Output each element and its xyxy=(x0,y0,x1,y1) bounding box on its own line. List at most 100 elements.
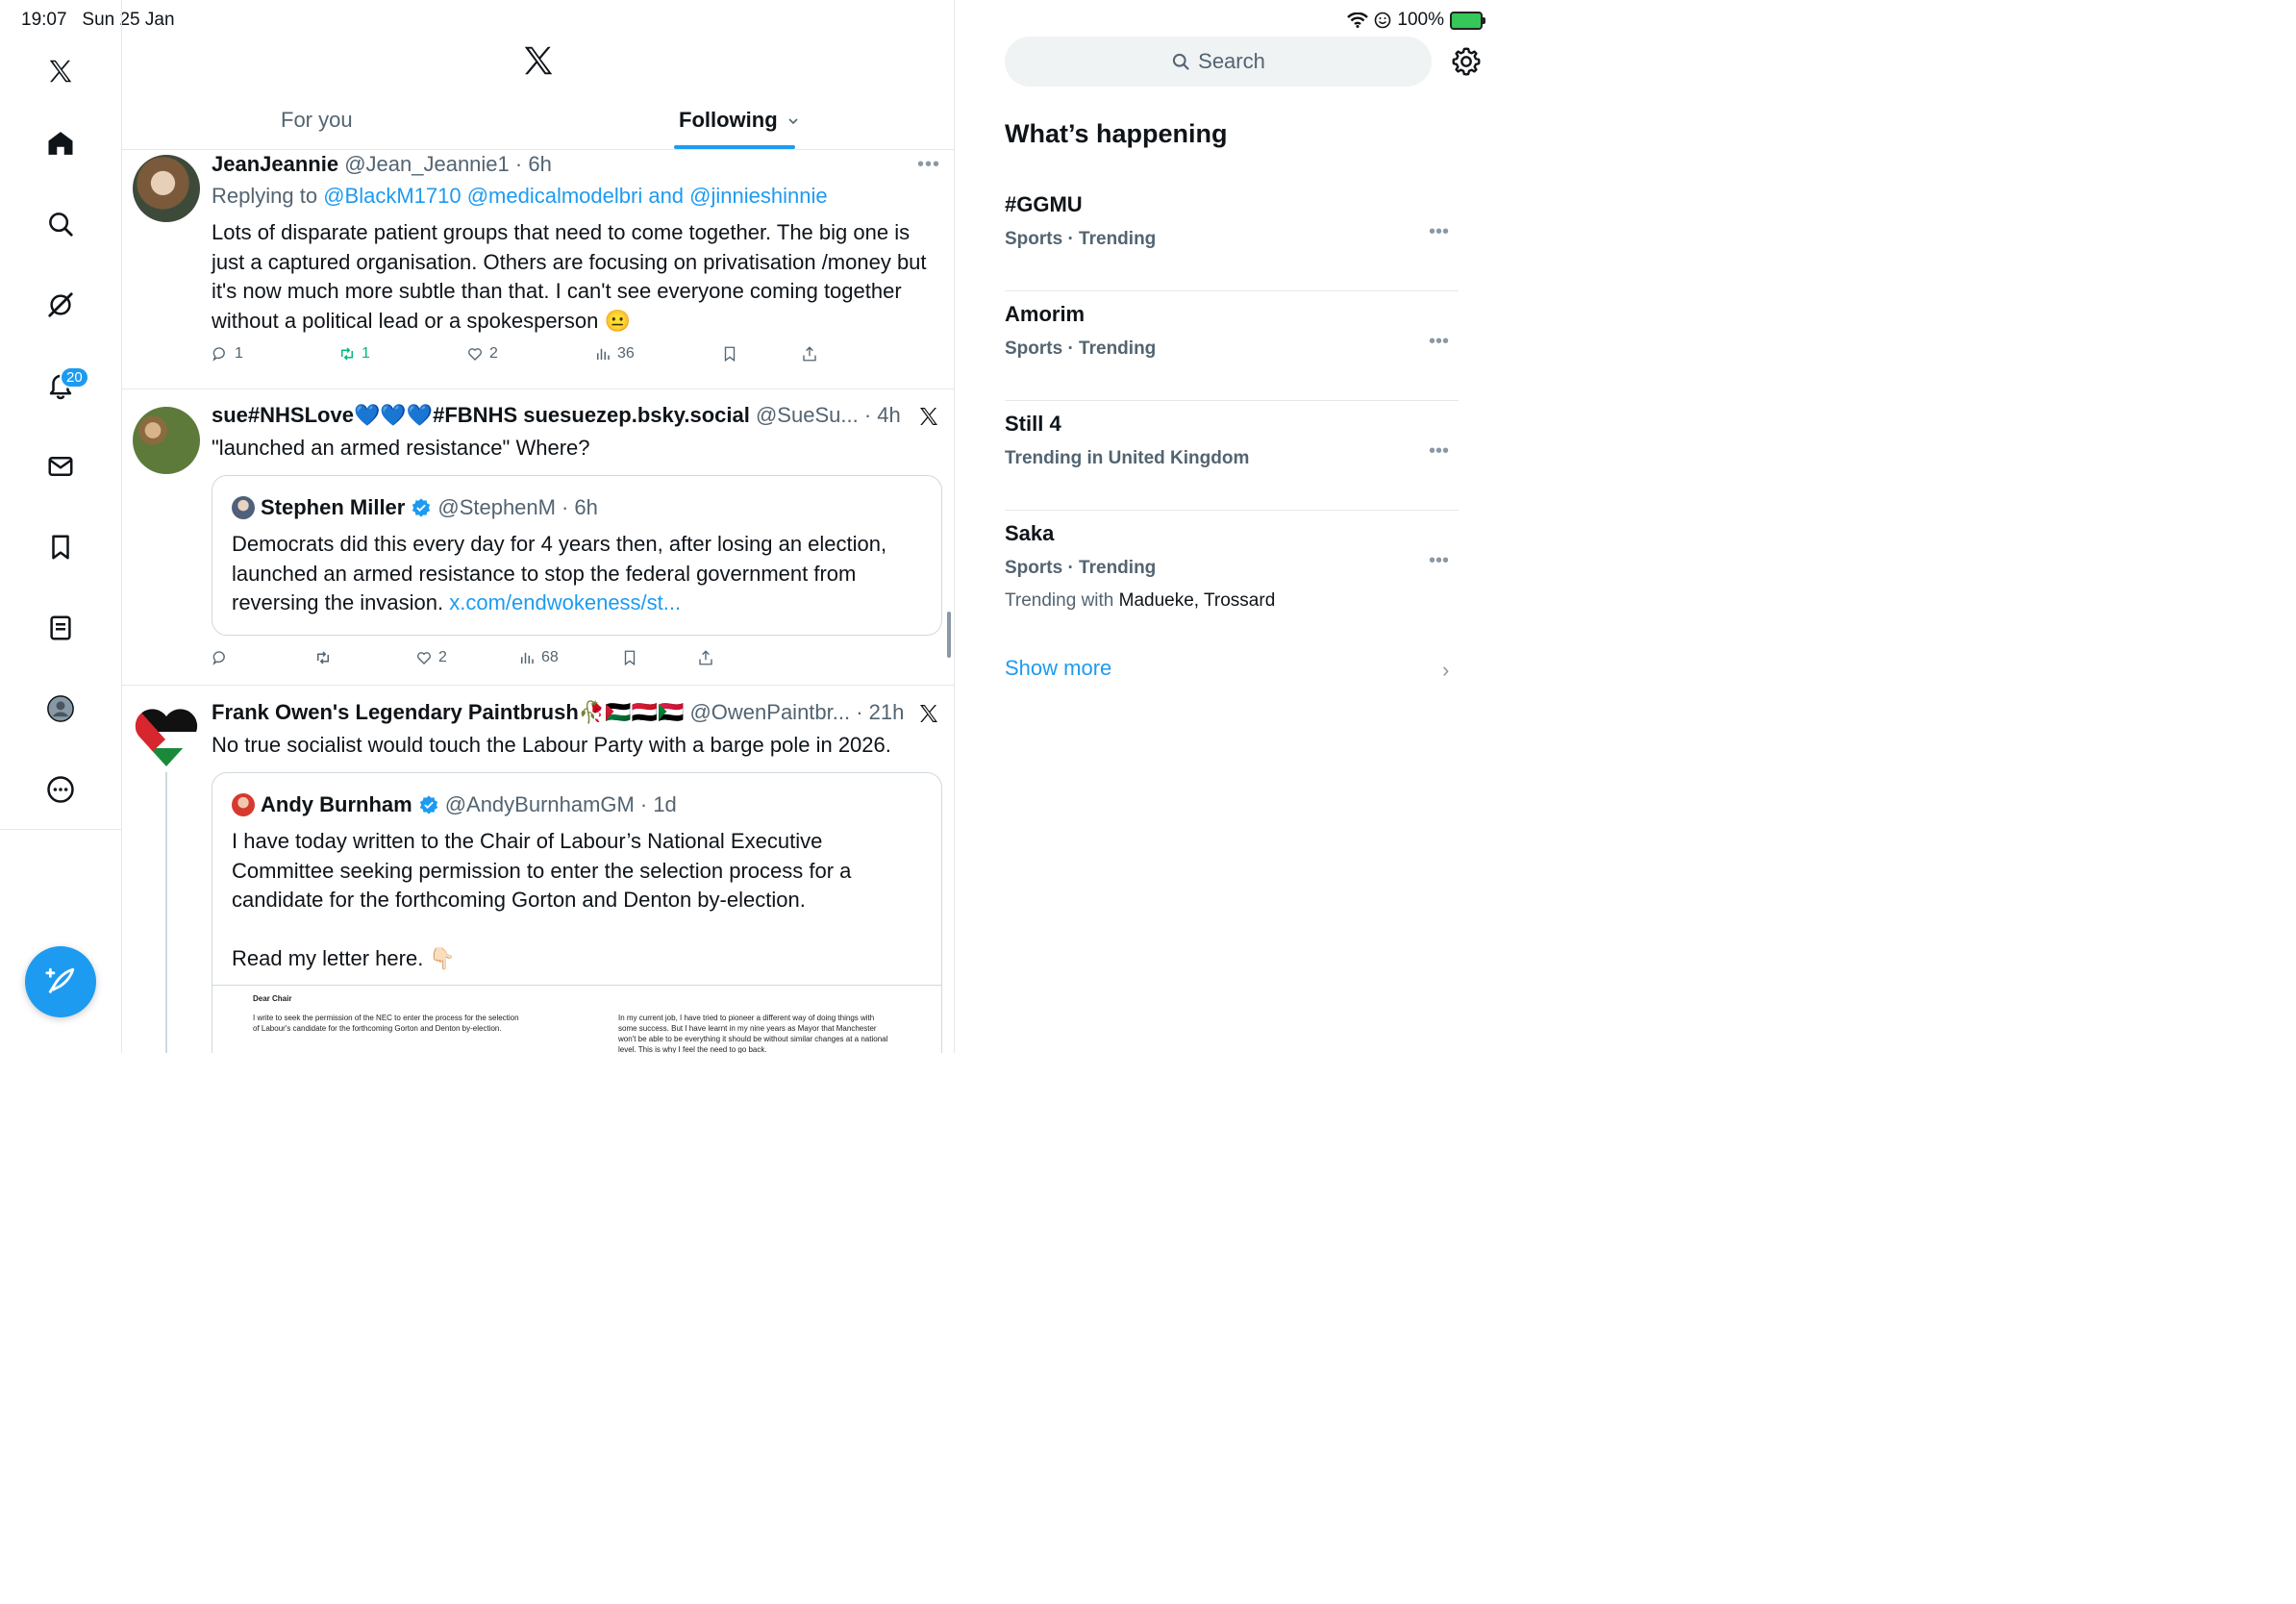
notifications-badge: 20 xyxy=(60,366,89,388)
tweet-time[interactable]: · 6h xyxy=(515,152,552,176)
compose-post-button[interactable] xyxy=(25,946,96,1017)
quote-header: Andy Burnham @AndyBurnhamGM · 1d xyxy=(232,792,677,817)
settings-gear-icon[interactable] xyxy=(1451,46,1482,77)
verified-badge-icon xyxy=(412,498,431,517)
reply-button[interactable] xyxy=(212,649,229,666)
home-icon[interactable] xyxy=(39,122,82,164)
tweet-time[interactable]: · 21h xyxy=(856,700,904,724)
trend-item[interactable]: Saka Sports · Trending Trending with Mad… xyxy=(1005,510,1459,654)
tweet-text: "launched an armed resistance" Where? xyxy=(212,436,590,460)
views-button[interactable]: 68 xyxy=(518,649,559,666)
tweet-header: JeanJeannie @Jean_Jeannie1 · 6h xyxy=(212,152,552,177)
tab-following-label: Following xyxy=(679,108,778,132)
x-logo-icon xyxy=(920,408,937,425)
explore-search-icon[interactable] xyxy=(39,203,82,245)
letter-paragraph: I write to seek the permission of the NE… xyxy=(253,1014,519,1033)
author-name[interactable]: Frank Owen's Legendary Paintbrush🥀🇵🇸🇾🇪🇸🇩 xyxy=(212,700,684,724)
tweet-header: Frank Owen's Legendary Paintbrush🥀🇵🇸🇾🇪🇸🇩… xyxy=(212,700,904,725)
bookmark-button[interactable] xyxy=(621,649,638,666)
letter-image[interactable]: Dear Chair I write to seek the permissio… xyxy=(212,985,941,1053)
timeline-scrollbar[interactable] xyxy=(947,612,951,658)
quoted-tweet[interactable]: Stephen Miller @StephenM · 6h Democrats … xyxy=(212,475,942,636)
trend-category: Sports · Trending xyxy=(1005,558,1157,578)
like-button[interactable]: 2 xyxy=(415,649,447,666)
lists-icon[interactable] xyxy=(39,607,82,649)
more-options-icon[interactable]: ••• xyxy=(1429,331,1449,353)
author-handle[interactable]: @OwenPaintbr... xyxy=(689,700,850,724)
focus-smiley-icon xyxy=(1375,12,1391,29)
search-input[interactable]: Search xyxy=(1005,37,1432,87)
trend-item[interactable]: Still 4 Trending in United Kingdom ••• xyxy=(1005,400,1459,511)
more-options-icon[interactable]: ••• xyxy=(1429,550,1449,572)
tweet[interactable]: JeanJeannie @Jean_Jeannie1 · 6h ••• Repl… xyxy=(122,150,954,389)
search-placeholder: Search xyxy=(1198,49,1265,73)
reply-button[interactable]: 1 xyxy=(212,345,243,363)
chevron-down-icon[interactable] xyxy=(787,115,799,127)
messages-envelope-icon[interactable] xyxy=(39,445,82,488)
share-button[interactable] xyxy=(801,345,818,363)
quote-author-name[interactable]: Andy Burnham xyxy=(261,792,412,817)
battery-icon xyxy=(1450,11,1485,30)
repost-button[interactable]: 1 xyxy=(338,345,370,363)
letter-paragraph: In my current job, I have tried to pione… xyxy=(618,1014,888,1053)
avatar[interactable] xyxy=(133,703,200,770)
quote-author-name[interactable]: Stephen Miller xyxy=(261,495,405,520)
timeline-column: For you Following JeanJeannie @Jean_Jean… xyxy=(122,0,955,1053)
profile-avatar-icon[interactable] xyxy=(39,688,82,730)
author-name[interactable]: JeanJeannie xyxy=(212,152,338,176)
more-options-icon[interactable] xyxy=(39,768,82,811)
grok-icon[interactable] xyxy=(39,284,82,326)
author-name[interactable]: sue#NHSLove💙💙💙#FBNHS suesuezep.bsky.soci… xyxy=(212,403,750,427)
reply-user-link[interactable]: @BlackM1710 @medicalmodelbri xyxy=(323,184,642,208)
like-button[interactable]: 2 xyxy=(466,345,498,363)
bookmark-button[interactable] xyxy=(721,345,738,363)
share-button[interactable] xyxy=(697,649,714,666)
whats-happening-title: What’s happening xyxy=(1005,119,1228,148)
bookmark-icon xyxy=(724,346,736,363)
nav-divider xyxy=(0,829,121,830)
x-logo-icon[interactable] xyxy=(39,50,82,92)
bookmarks-icon[interactable] xyxy=(39,526,82,568)
quote-author-handle[interactable]: @AndyBurnhamGM xyxy=(445,792,635,817)
tab-following[interactable]: Following xyxy=(679,108,799,133)
reply-user-link[interactable]: @jinnieshinnie xyxy=(689,184,827,208)
search-icon xyxy=(1173,53,1189,70)
more-options-icon[interactable]: ••• xyxy=(1429,440,1449,463)
trend-item[interactable]: Amorim Sports · Trending ••• xyxy=(1005,290,1459,401)
trend-item[interactable]: #GGMU Sports · Trending ••• xyxy=(1005,181,1459,291)
quote-time[interactable]: · 6h xyxy=(562,495,598,520)
quote-author-handle[interactable]: @StephenM xyxy=(437,495,556,520)
chevron-right-icon[interactable]: › xyxy=(1442,658,1449,683)
author-handle[interactable]: @SueSu... xyxy=(756,403,859,427)
avatar[interactable] xyxy=(133,407,200,474)
x-logo-icon[interactable] xyxy=(520,42,557,79)
view-count: 36 xyxy=(617,345,635,362)
more-options-icon[interactable]: ••• xyxy=(917,154,940,176)
tab-for-you[interactable]: For you xyxy=(281,108,353,133)
share-icon xyxy=(803,346,816,362)
views-button[interactable]: 36 xyxy=(594,345,635,363)
status-indicators: 100% xyxy=(1347,10,1485,31)
quote-header: Stephen Miller @StephenM · 6h xyxy=(232,495,598,520)
quote-time[interactable]: · 1d xyxy=(640,792,677,817)
trending-with-label: Trending with xyxy=(1005,590,1119,611)
repost-count: 1 xyxy=(362,345,370,362)
tweet-time[interactable]: · 4h xyxy=(864,403,901,427)
show-more-link[interactable]: Show more xyxy=(1005,656,1111,681)
tweet[interactable]: sue#NHSLove💙💙💙#FBNHS suesuezep.bsky.soci… xyxy=(122,389,954,686)
compose-feather-plus-icon xyxy=(45,967,75,994)
heart-icon xyxy=(417,652,431,664)
tweet[interactable]: Frank Owen's Legendary Paintbrush🥀🇵🇸🇾🇪🇸🇩… xyxy=(122,686,954,1053)
repost-button[interactable] xyxy=(314,649,332,666)
view-count: 68 xyxy=(541,649,559,665)
avatar[interactable] xyxy=(232,793,255,816)
avatar[interactable] xyxy=(232,496,255,519)
more-options-icon[interactable]: ••• xyxy=(1429,221,1449,243)
quoted-tweet[interactable]: Andy Burnham @AndyBurnhamGM · 1d I have … xyxy=(212,772,942,1053)
trending-with-names: Madueke, Trossard xyxy=(1118,590,1276,611)
quote-link[interactable]: x.com/endwokeness/st... xyxy=(449,590,681,614)
author-handle[interactable]: @Jean_Jeannie1 xyxy=(344,152,510,176)
avatar[interactable] xyxy=(133,155,200,222)
repost-icon xyxy=(341,347,353,361)
repost-icon xyxy=(317,651,329,664)
